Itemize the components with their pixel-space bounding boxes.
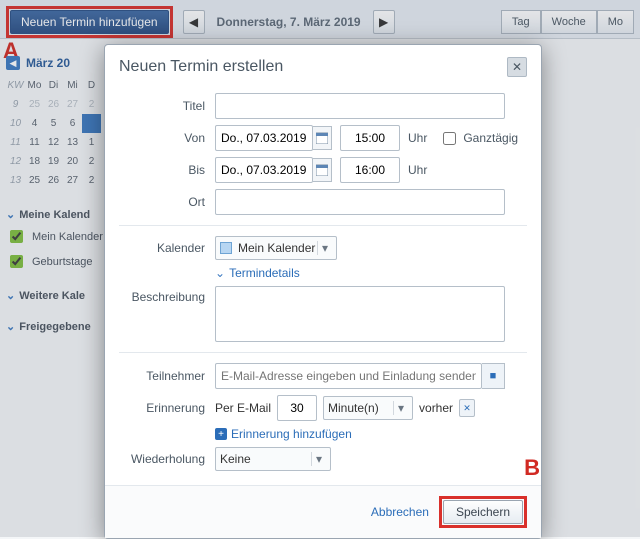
repeat-select[interactable]: Keine ▾ (215, 447, 331, 471)
calendar-color-icon (220, 242, 232, 254)
new-event-dialog: Neuen Termin erstellen ✕ Titel Von Uhr G… (104, 44, 542, 539)
participants-input[interactable] (215, 363, 482, 389)
title-input[interactable] (215, 93, 505, 119)
date-from-picker[interactable] (313, 126, 332, 150)
close-button[interactable]: ✕ (507, 57, 527, 77)
allday-checkbox[interactable]: Ganztägig (439, 129, 518, 148)
label-calendar: Kalender (119, 241, 215, 255)
label-uhr: Uhr (408, 163, 427, 177)
label-from: Von (119, 131, 215, 145)
chevron-down-icon: ▾ (311, 452, 326, 466)
label-location: Ort (119, 195, 215, 209)
address-book-icon: ■ (490, 370, 497, 382)
trash-icon: ✕ (463, 403, 471, 414)
label-vorher: vorher (419, 401, 453, 415)
location-input[interactable] (215, 189, 505, 215)
reminder-value-input[interactable] (277, 395, 317, 421)
description-input[interactable] (215, 286, 505, 342)
time-to-input[interactable] (340, 157, 400, 183)
chevron-down-icon: ▾ (317, 241, 332, 255)
time-from-input[interactable] (340, 125, 400, 151)
label-reminder: Erinnerung (119, 401, 215, 415)
remove-reminder-button[interactable]: ✕ (459, 399, 475, 417)
label-repeat: Wiederholung (119, 452, 215, 466)
date-from-input[interactable] (215, 125, 313, 151)
date-to-picker[interactable] (313, 158, 332, 182)
cancel-button[interactable]: Abbrechen (371, 505, 429, 519)
calendar-icon (316, 132, 328, 144)
label-title: Titel (119, 99, 215, 113)
label-to: Bis (119, 163, 215, 177)
label-description: Beschreibung (119, 286, 215, 304)
calendar-select[interactable]: Mein Kalender ▾ (215, 236, 337, 260)
reminder-unit-select[interactable]: Minute(n) ▾ (323, 396, 413, 420)
highlight-b: Speichern (439, 496, 527, 528)
label-uhr: Uhr (408, 131, 427, 145)
date-to-input[interactable] (215, 157, 313, 183)
label-participants: Teilnehmer (119, 369, 215, 383)
reminder-type: Per E-Mail (215, 401, 271, 415)
plus-icon: + (215, 428, 227, 440)
term-details-link[interactable]: ⌄ Termindetails (215, 266, 300, 280)
calendar-icon (316, 164, 328, 176)
save-button[interactable]: Speichern (443, 500, 523, 524)
close-icon: ✕ (512, 60, 522, 74)
separator (119, 352, 527, 353)
chevron-icon: ⌄ (215, 266, 225, 280)
separator (119, 225, 527, 226)
annotation-b: B (524, 455, 540, 481)
chevron-down-icon: ▾ (393, 401, 408, 415)
add-reminder-link[interactable]: + Erinnerung hinzufügen (215, 427, 352, 441)
dialog-title: Neuen Termin erstellen (119, 58, 283, 76)
address-book-button[interactable]: ■ (482, 363, 505, 389)
